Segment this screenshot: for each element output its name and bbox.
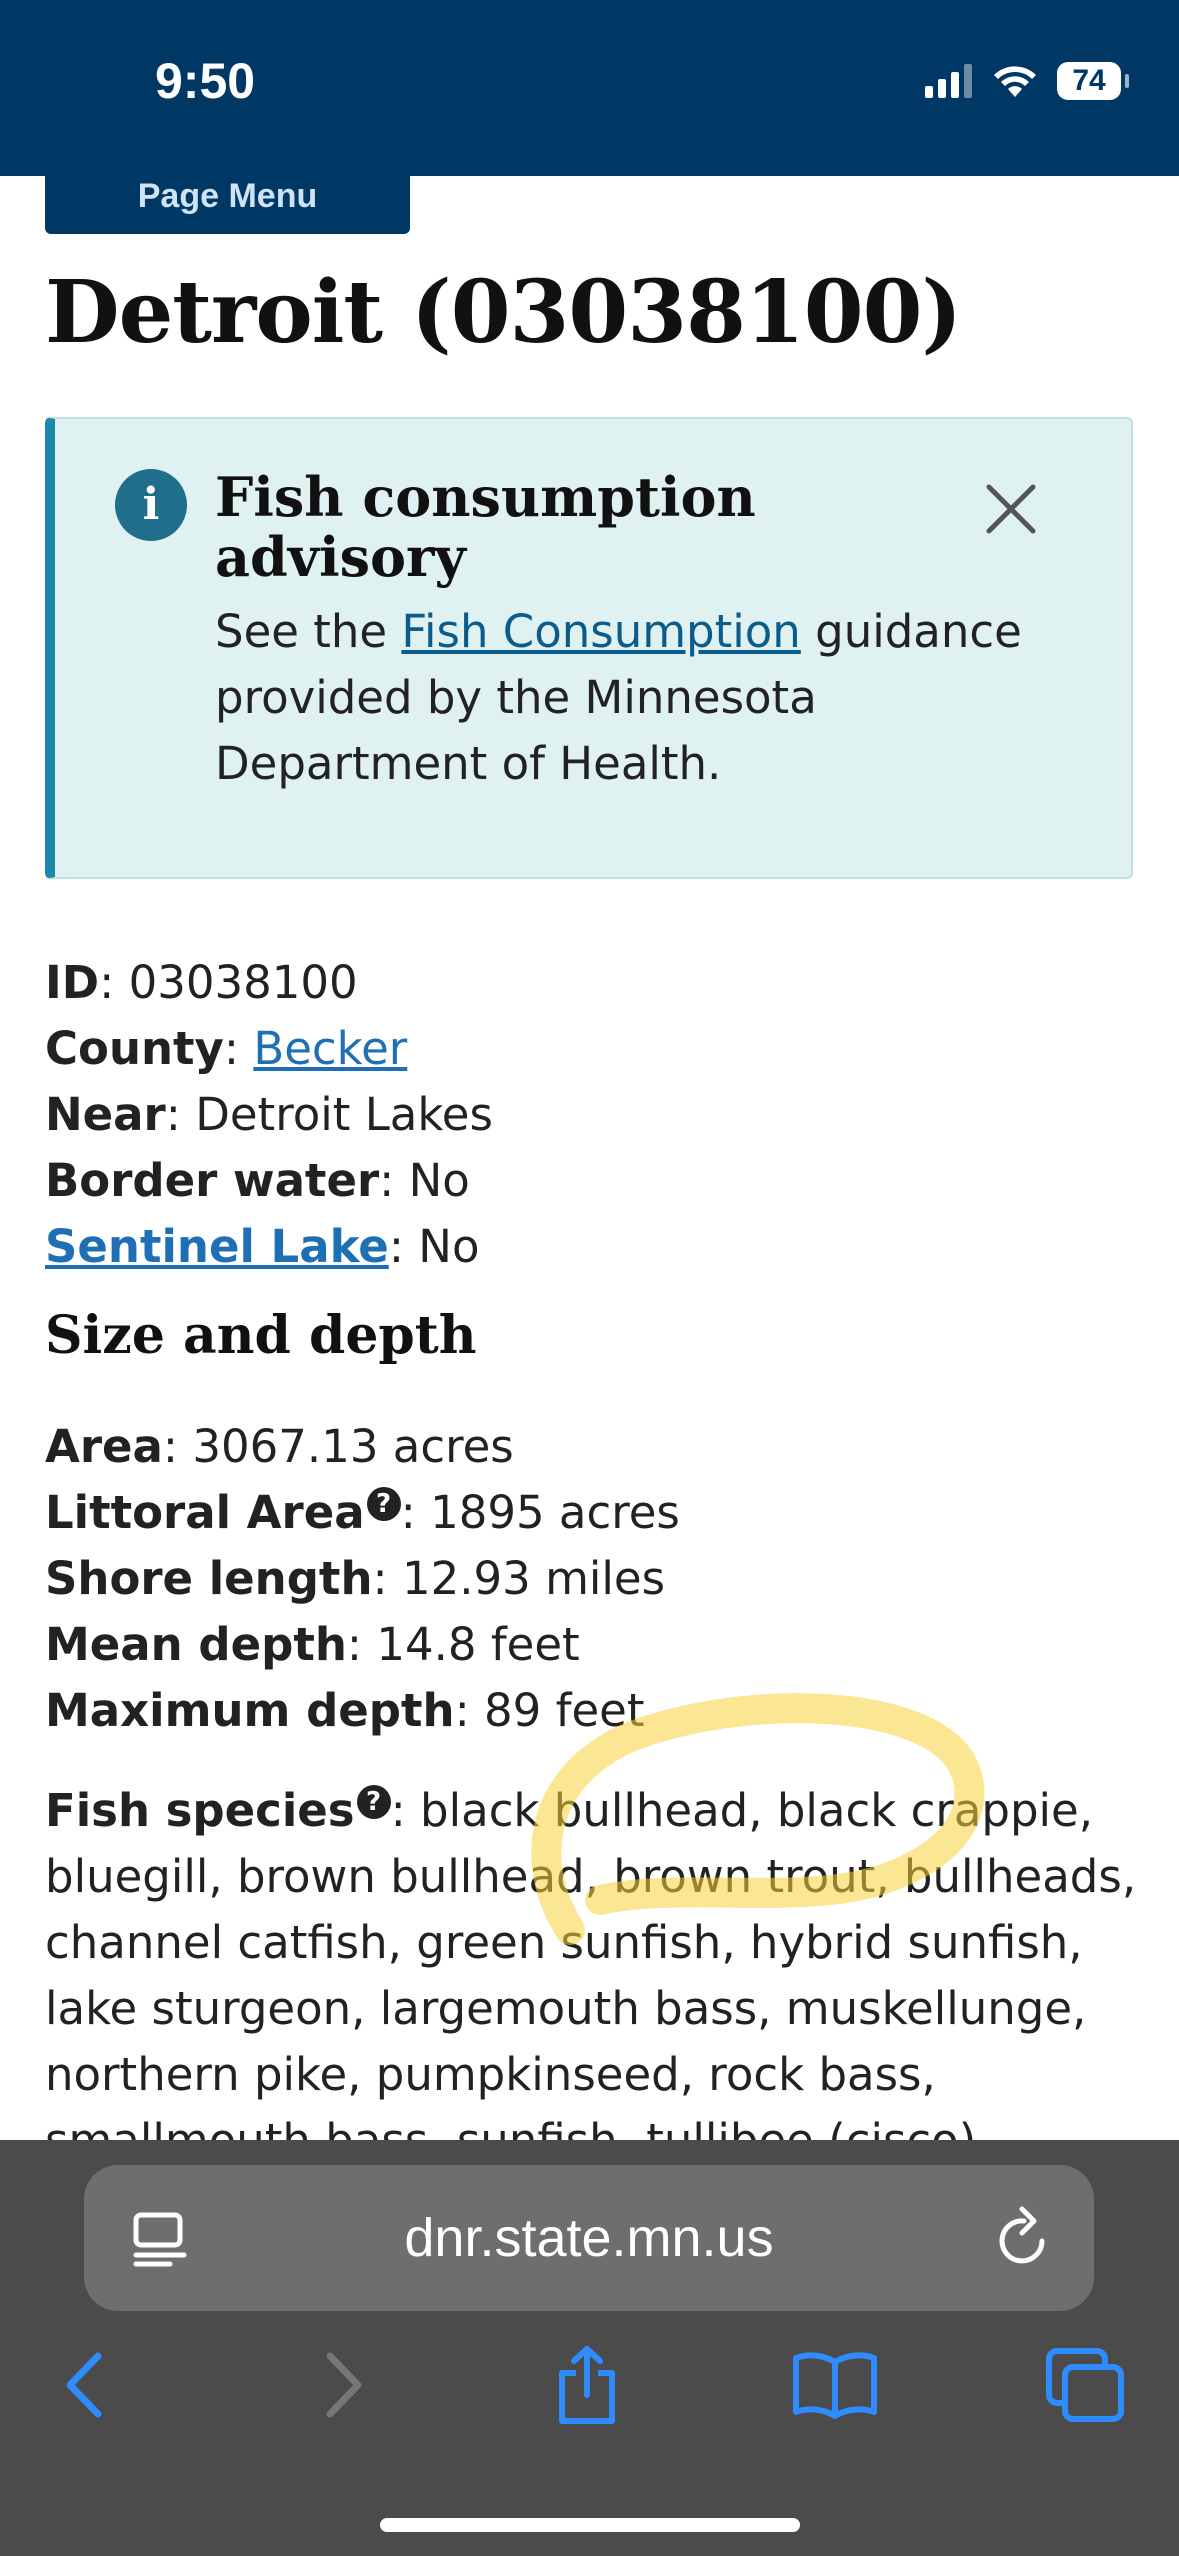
fact-near: Near: Detroit Lakes xyxy=(45,1088,493,1141)
fact-max-depth: Maximum depth: 89 feet xyxy=(45,1684,645,1737)
fact-value: No xyxy=(418,1220,480,1273)
fact-label: Mean depth xyxy=(45,1618,347,1671)
fact-area: Area: 3067.13 acres xyxy=(45,1420,514,1473)
fish-species-list: black bullhead, black crappie, bluegill,… xyxy=(45,1784,1137,2167)
tabs-icon xyxy=(1046,2348,1124,2422)
fact-border-water: Border water: No xyxy=(45,1154,470,1207)
status-bar: 9:50 74 xyxy=(0,0,1179,176)
fact-label: Fish species xyxy=(45,1784,355,1837)
url-text: dnr.state.mn.us xyxy=(404,2208,774,2268)
advisory-title: Fish consumption advisory xyxy=(215,465,756,589)
bookmarks-icon xyxy=(793,2352,877,2419)
fact-label: Border water xyxy=(45,1154,380,1207)
fact-label: Near xyxy=(45,1088,166,1141)
fact-label: Shore length xyxy=(45,1552,373,1605)
info-icon: i xyxy=(115,469,187,541)
advisory-body: See the Fish Consumption guidance provid… xyxy=(215,599,1035,797)
fact-value: 14.8 feet xyxy=(376,1618,580,1671)
fact-label: Littoral Area xyxy=(45,1486,365,1539)
lake-facts: ID: 03038100 County: Becker Near: Detroi… xyxy=(45,950,493,1280)
help-icon[interactable]: ? xyxy=(356,1785,391,1819)
fact-value: 03038100 xyxy=(128,956,358,1009)
address-bar[interactable]: dnr.state.mn.us xyxy=(84,2165,1094,2311)
fact-value: 1895 acres xyxy=(430,1486,680,1539)
fact-value: No xyxy=(408,1154,470,1207)
home-indicator xyxy=(380,2518,800,2532)
fact-value: 3067.13 acres xyxy=(192,1420,514,1473)
fact-id: ID: 03038100 xyxy=(45,956,358,1009)
reload-icon[interactable] xyxy=(994,2205,1054,2271)
fact-value: 89 feet xyxy=(484,1684,645,1737)
fact-value: 12.93 miles xyxy=(401,1552,666,1605)
signal-icon xyxy=(925,64,972,98)
status-time: 9:50 xyxy=(155,53,256,109)
share-icon xyxy=(559,2346,615,2424)
fact-label: ID xyxy=(45,956,100,1009)
fact-value: Detroit Lakes xyxy=(195,1088,493,1141)
back-icon xyxy=(66,2352,102,2418)
bookmarks-button[interactable] xyxy=(780,2330,890,2440)
tabs-button[interactable] xyxy=(1030,2330,1140,2440)
fish-species: Fish species?: black bullhead, black cra… xyxy=(45,1778,1155,2174)
fact-label: Maximum depth xyxy=(45,1684,455,1737)
fact-label: Area xyxy=(45,1420,163,1473)
wifi-icon xyxy=(994,66,1036,97)
fact-littoral-area: Littoral Area?: 1895 acres xyxy=(45,1486,680,1539)
size-depth-heading: Size and depth xyxy=(45,1305,477,1366)
fact-sentinel-lake: Sentinel Lake: No xyxy=(45,1220,480,1273)
advisory-text-pre: See the xyxy=(215,605,402,658)
page-menu-button[interactable]: Page Menu xyxy=(45,172,410,234)
browser-toolbar xyxy=(0,2330,1179,2450)
forward-icon xyxy=(326,2352,362,2418)
fact-mean-depth: Mean depth: 14.8 feet xyxy=(45,1618,580,1671)
county-link[interactable]: Becker xyxy=(253,1022,407,1075)
forward-button[interactable] xyxy=(288,2330,398,2440)
fact-label: County xyxy=(45,1022,224,1075)
close-icon[interactable] xyxy=(981,479,1041,539)
back-button[interactable] xyxy=(30,2330,140,2440)
fact-shore-length: Shore length: 12.93 miles xyxy=(45,1552,666,1605)
share-button[interactable] xyxy=(532,2330,642,2440)
advisory-alert: i Fish consumption advisory See the Fish… xyxy=(45,417,1133,879)
page-title: Detroit (03038100) xyxy=(45,262,962,363)
size-depth-list: Area: 3067.13 acres Littoral Area?: 1895… xyxy=(45,1414,680,1744)
fact-county: County: Becker xyxy=(45,1022,408,1075)
status-icons: 74 xyxy=(925,62,1129,100)
sentinel-lake-link[interactable]: Sentinel Lake xyxy=(45,1220,389,1273)
battery-indicator: 74 xyxy=(1057,62,1129,100)
help-icon[interactable]: ? xyxy=(366,1487,401,1521)
fish-consumption-link[interactable]: Fish Consumption xyxy=(401,605,800,658)
